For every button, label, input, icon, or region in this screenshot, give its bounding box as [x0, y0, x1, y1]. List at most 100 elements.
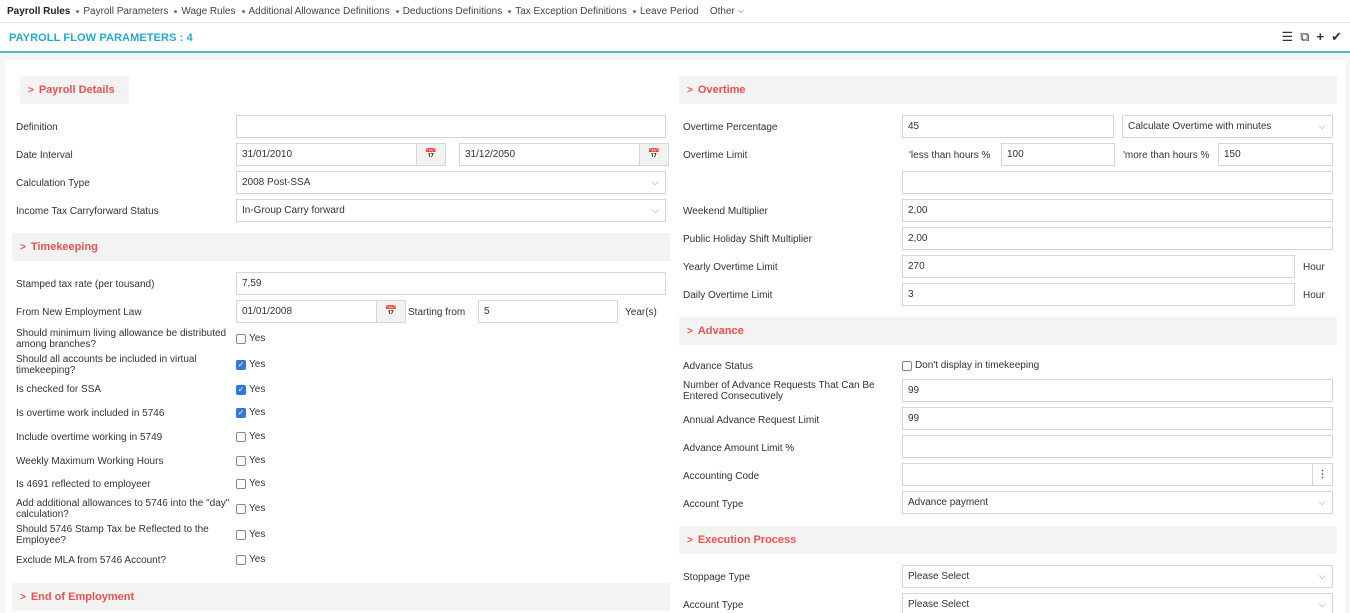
question-checkbox[interactable]: Yes: [236, 478, 265, 489]
section-overtime[interactable]: > Overtime: [679, 76, 1337, 104]
stamped-tax-label: Stamped tax rate (per tousand): [16, 279, 155, 290]
account-type-select[interactable]: Advance payment ⌵: [902, 491, 1333, 514]
chevron-right-icon: >: [687, 534, 693, 546]
execution-account-type-select[interactable]: Please Select ⌵: [902, 593, 1333, 613]
nav-payroll-rules[interactable]: Payroll Rules: [7, 6, 70, 17]
more-than-input[interactable]: 150: [1218, 143, 1333, 166]
nav-separator: [241, 9, 245, 13]
definition-label: Definition: [16, 122, 58, 133]
yes-label: Yes: [249, 407, 266, 418]
daily-limit-input[interactable]: 3: [902, 283, 1295, 306]
new-law-label: From New Employment Law: [16, 307, 142, 318]
overtime-calc-value: Calculate Overtime with minutes: [1128, 121, 1272, 132]
overtime-percentage-input[interactable]: 45: [902, 115, 1114, 138]
add-icon[interactable]: +: [1317, 29, 1325, 45]
amount-limit-input[interactable]: [902, 435, 1333, 458]
stoppage-type-value: Please Select: [908, 571, 970, 582]
income-tax-select[interactable]: In-Group Carry forward ⌵: [236, 199, 666, 222]
nav-leave-period[interactable]: Leave Period: [640, 6, 699, 17]
section-advance[interactable]: > Advance: [679, 317, 1337, 345]
nav-other-menu[interactable]: Other ⌵: [710, 6, 744, 17]
checkbox-box: [236, 478, 246, 489]
overtime-extra-input[interactable]: [902, 171, 1333, 194]
question-checkbox[interactable]: Yes: [236, 333, 265, 344]
calendar-icon[interactable]: 📅: [416, 143, 446, 166]
question-label: Include overtime working in 5749: [16, 432, 163, 443]
question-checkbox[interactable]: ✓ Yes: [236, 407, 265, 418]
chevron-down-icon: ⌵: [651, 177, 659, 188]
yes-label: Yes: [249, 359, 266, 370]
question-checkbox[interactable]: Yes: [236, 554, 265, 565]
account-type-label: Account Type: [683, 499, 744, 510]
chevron-right-icon: >: [687, 84, 693, 96]
calc-type-value: 2008 Post-SSA: [242, 177, 311, 188]
nav-additional-allowance[interactable]: Additional Allowance Definitions: [249, 6, 390, 17]
advance-status-checkbox[interactable]: Don't display in timekeeping: [902, 360, 1039, 371]
chevron-down-icon: ⌵: [1318, 571, 1326, 582]
check-icon[interactable]: ✔: [1331, 29, 1342, 45]
section-execution-process[interactable]: > Execution Process: [679, 526, 1337, 554]
advance-status-checkbox-label: Don't display in timekeeping: [915, 360, 1040, 371]
holiday-input[interactable]: 2,00: [902, 227, 1333, 250]
question-checkbox[interactable]: Yes: [236, 455, 265, 466]
list-icon[interactable]: ☰: [1282, 29, 1294, 45]
section-payroll-details[interactable]: > Payroll Details: [12, 76, 670, 104]
section-title: Advance: [697, 325, 744, 337]
annual-limit-input[interactable]: 99: [902, 407, 1333, 430]
nav-other-label: Other: [709, 5, 735, 17]
question-label: Add additional allowances to 5746 into t…: [16, 498, 230, 520]
calc-type-select[interactable]: 2008 Post-SSA ⌵: [236, 171, 666, 194]
nav-wage-rules[interactable]: Wage Rules: [181, 6, 235, 17]
question-checkbox[interactable]: Yes: [236, 529, 265, 540]
consecutive-requests-input[interactable]: 99: [902, 379, 1333, 402]
question-label: Exclude MLA from 5746 Account?: [16, 555, 167, 566]
less-than-input[interactable]: 100: [1001, 143, 1115, 166]
yes-label: Yes: [249, 384, 266, 395]
more-than-label: 'more than hours %: [1123, 150, 1210, 161]
question-label: Weekly Maximum Working Hours: [16, 456, 164, 467]
amount-limit-label: Advance Amount Limit %: [683, 443, 795, 454]
question-checkbox[interactable]: Yes: [236, 503, 265, 514]
new-law-date-input[interactable]: 01/01/2008: [236, 300, 377, 323]
stoppage-type-select[interactable]: Please Select ⌵: [902, 565, 1333, 588]
calendar-icon[interactable]: 📅: [639, 143, 669, 166]
chevron-right-icon: >: [687, 325, 693, 337]
hour-unit: Hour: [1303, 290, 1325, 301]
question-label: Should 5746 Stamp Tax be Reflected to th…: [16, 524, 209, 546]
date-start-input[interactable]: 31/01/2010: [236, 143, 417, 166]
holiday-label: Public Holiday Shift Multiplier: [683, 234, 812, 245]
checkmark-icon: ✓: [236, 359, 246, 370]
question-checkbox[interactable]: ✓ Yes: [236, 384, 265, 395]
calendar-icon[interactable]: 📅: [376, 300, 406, 323]
nav-tax-exception[interactable]: Tax Exception Definitions: [515, 6, 627, 17]
definition-input[interactable]: [236, 115, 666, 138]
chevron-right-icon: >: [20, 591, 26, 603]
form-content: > Payroll Details Definition Date Interv…: [5, 60, 1345, 613]
question-label: Is 4691 reflected to employeer: [16, 479, 151, 490]
nav-separator: [174, 9, 178, 13]
chevron-right-icon: >: [20, 241, 26, 253]
section-end-of-employment[interactable]: > End of Employment: [12, 583, 670, 611]
annual-limit-label: Annual Advance Request Limit: [683, 415, 820, 426]
more-options-icon[interactable]: ⋮: [1312, 463, 1333, 486]
execution-account-type-value: Please Select: [908, 599, 970, 610]
accounting-code-input[interactable]: [902, 463, 1313, 486]
nav-deductions[interactable]: Deductions Definitions: [403, 6, 503, 17]
question-checkbox[interactable]: Yes: [236, 431, 265, 442]
starting-from-input[interactable]: 5: [478, 300, 618, 323]
yearly-limit-label: Yearly Overtime Limit: [683, 262, 778, 273]
question-label: Is checked for SSA: [16, 384, 102, 395]
checkmark-icon: ✓: [236, 407, 246, 418]
date-end-input[interactable]: 31/12/2050: [459, 143, 640, 166]
nav-payroll-parameters[interactable]: Payroll Parameters: [83, 6, 168, 17]
overtime-calc-select[interactable]: Calculate Overtime with minutes ⌵: [1122, 115, 1333, 138]
stamped-tax-input[interactable]: 7,59: [236, 272, 666, 295]
copy-icon[interactable]: ⧉: [1300, 29, 1309, 45]
weekend-input[interactable]: 2,00: [902, 199, 1333, 222]
section-title: Execution Process: [697, 534, 797, 546]
yearly-limit-input[interactable]: 270: [902, 255, 1295, 278]
section-timekeeping[interactable]: > Timekeeping: [12, 233, 670, 261]
question-checkbox[interactable]: ✓ Yes: [236, 359, 265, 370]
top-nav: Payroll Rules Payroll Parameters Wage Ru…: [0, 0, 1350, 23]
checkbox-box: [236, 554, 246, 565]
